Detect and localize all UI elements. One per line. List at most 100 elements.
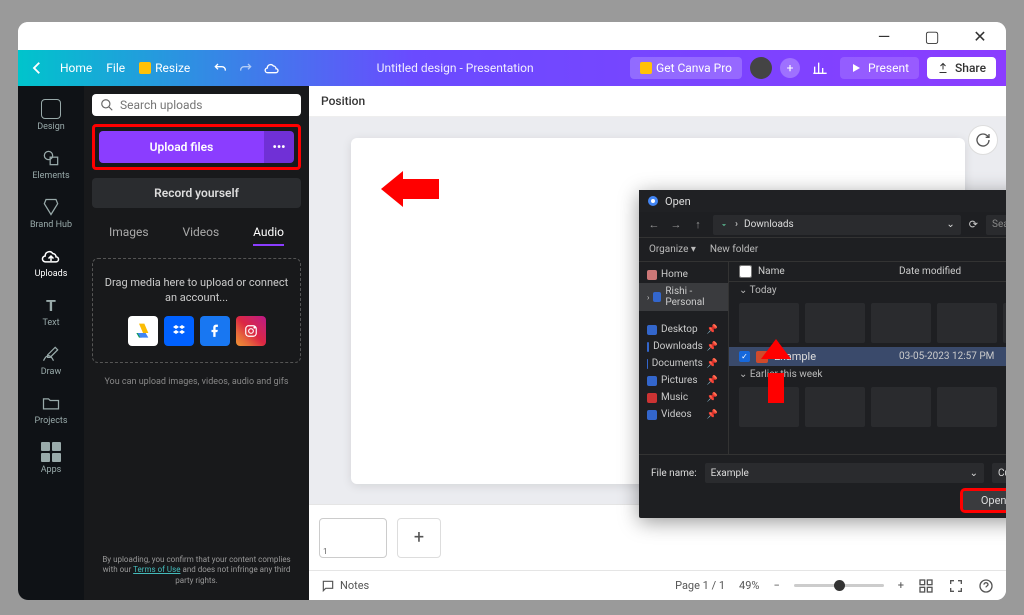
drop-area[interactable]: Drag media here to upload or connect an … bbox=[92, 258, 301, 363]
chrome-icon bbox=[647, 195, 659, 207]
tab-videos[interactable]: Videos bbox=[182, 220, 219, 246]
upload-files-button[interactable]: Upload files bbox=[99, 131, 264, 163]
col-name[interactable]: Name bbox=[758, 266, 785, 277]
analytics-icon[interactable] bbox=[808, 56, 832, 80]
nav-forward-icon[interactable]: → bbox=[669, 218, 683, 231]
dialog-toolbar: Organize ▾ New folder bbox=[639, 238, 1006, 262]
rail-label: Draw bbox=[41, 367, 61, 377]
file-checkbox[interactable]: ✓ bbox=[739, 351, 750, 362]
open-button[interactable]: Open bbox=[963, 491, 1006, 510]
file-row-example[interactable]: ✓Example 03-05-2023 12:57 PM Microsoft P… bbox=[729, 347, 1006, 366]
file-thumb[interactable] bbox=[805, 387, 865, 427]
side-desktop[interactable]: Desktop📌 bbox=[639, 321, 728, 338]
upload-more-button[interactable]: ••• bbox=[264, 131, 294, 163]
facebook-icon[interactable] bbox=[200, 316, 230, 346]
document-title[interactable]: Untitled design - Presentation bbox=[292, 61, 618, 75]
add-slide-button[interactable]: + bbox=[397, 518, 441, 558]
home-menu[interactable]: Home bbox=[60, 61, 92, 75]
file-thumb[interactable] bbox=[805, 303, 865, 343]
side-pictures[interactable]: Pictures📌 bbox=[639, 372, 728, 389]
file-thumb[interactable] bbox=[937, 303, 997, 343]
terms-link[interactable]: Terms of Use bbox=[133, 565, 180, 574]
notes-toggle[interactable]: Notes bbox=[321, 579, 369, 593]
dialog-titlebar: Open ✕ bbox=[639, 190, 1006, 212]
cloud-sync-icon[interactable] bbox=[264, 60, 280, 76]
tab-images[interactable]: Images bbox=[109, 220, 149, 246]
refresh-icon[interactable]: ⟳ bbox=[969, 218, 978, 231]
rail-draw[interactable]: Draw bbox=[18, 339, 84, 382]
back-icon[interactable] bbox=[28, 59, 46, 77]
rail-text[interactable]: TText bbox=[18, 290, 84, 333]
zoom-value[interactable]: 49% bbox=[739, 579, 759, 592]
file-thumb[interactable] bbox=[1003, 303, 1006, 343]
dialog-search-input[interactable]: Search Downloads⌕ bbox=[986, 215, 1006, 235]
undo-icon[interactable] bbox=[212, 60, 228, 76]
organize-menu[interactable]: Organize ▾ bbox=[649, 244, 696, 255]
slide-thumbnail[interactable]: 1 bbox=[319, 518, 387, 558]
google-drive-icon[interactable] bbox=[128, 316, 158, 346]
present-button[interactable]: Present bbox=[840, 57, 919, 79]
filetype-select[interactable]: Custom Files⌄ bbox=[992, 463, 1006, 483]
redo-icon[interactable] bbox=[238, 60, 254, 76]
side-rishi[interactable]: ›Rishi - Personal bbox=[639, 283, 728, 311]
page-indicator[interactable]: Page 1 / 1 bbox=[675, 579, 725, 592]
side-music[interactable]: Music📌 bbox=[639, 389, 728, 406]
zoom-out-button[interactable]: − bbox=[773, 579, 779, 592]
path-breadcrumb[interactable]: › Downloads ⌄ bbox=[713, 215, 961, 235]
side-downloads[interactable]: Downloads📌 bbox=[639, 338, 728, 355]
select-all-checkbox[interactable] bbox=[739, 265, 752, 278]
refresh-fab[interactable] bbox=[968, 125, 998, 155]
rail-projects[interactable]: Projects bbox=[18, 388, 84, 431]
add-collaborator-button[interactable]: + bbox=[780, 58, 800, 78]
rail-label: Uploads bbox=[35, 269, 68, 279]
search-uploads-input[interactable] bbox=[120, 98, 293, 112]
rail-apps[interactable]: Apps bbox=[18, 437, 84, 480]
rail-label: Apps bbox=[41, 465, 62, 475]
share-button[interactable]: Share bbox=[927, 57, 996, 79]
file-thumb[interactable] bbox=[871, 303, 931, 343]
rail-elements[interactable]: Elements bbox=[18, 143, 84, 186]
window-maximize-button[interactable]: ▢ bbox=[912, 24, 952, 48]
zoom-slider[interactable] bbox=[794, 584, 884, 587]
window-close-button[interactable]: ✕ bbox=[960, 24, 1000, 48]
file-menu[interactable]: File bbox=[106, 61, 125, 75]
file-thumb[interactable] bbox=[937, 387, 997, 427]
rail-uploads[interactable]: Uploads bbox=[18, 241, 84, 284]
position-button[interactable]: Position bbox=[309, 86, 1006, 117]
get-pro-button[interactable]: Get Canva Pro bbox=[630, 57, 742, 79]
help-icon[interactable] bbox=[978, 578, 994, 594]
nav-up-icon[interactable]: ↑ bbox=[691, 218, 705, 231]
side-documents[interactable]: Documents📌 bbox=[639, 355, 728, 372]
grid-view-icon[interactable] bbox=[918, 578, 934, 594]
file-thumb[interactable] bbox=[871, 387, 931, 427]
drop-text: Drag media here to upload or connect an … bbox=[103, 275, 290, 306]
side-videos[interactable]: Videos📌 bbox=[639, 406, 728, 423]
path-segment: Downloads bbox=[744, 219, 794, 230]
instagram-icon[interactable] bbox=[236, 316, 266, 346]
rail-label: Design bbox=[37, 122, 65, 132]
nav-back-icon[interactable]: ← bbox=[647, 218, 661, 231]
user-avatar[interactable] bbox=[750, 57, 772, 79]
resize-button[interactable]: Resize bbox=[139, 61, 190, 75]
record-yourself-button[interactable]: Record yourself bbox=[92, 178, 301, 208]
window-minimize-button[interactable]: — bbox=[864, 24, 904, 48]
new-folder-button[interactable]: New folder bbox=[710, 244, 758, 255]
file-thumb[interactable] bbox=[739, 303, 799, 343]
zoom-in-button[interactable]: + bbox=[898, 579, 904, 592]
rail-brandhub[interactable]: Brand Hub bbox=[18, 192, 84, 235]
dialog-sidebar: Home ›Rishi - Personal Desktop📌 Download… bbox=[639, 262, 729, 454]
crown-icon bbox=[139, 62, 151, 74]
app-window: — ▢ ✕ Home File Resize Untitled design -… bbox=[18, 22, 1006, 600]
rail-design[interactable]: Design bbox=[18, 94, 84, 137]
filename-input[interactable]: Example⌄ bbox=[705, 463, 984, 483]
tab-audio[interactable]: Audio bbox=[253, 220, 284, 246]
dropbox-icon[interactable] bbox=[164, 316, 194, 346]
group-today[interactable]: ⌄ Today bbox=[729, 282, 1006, 299]
fullscreen-icon[interactable] bbox=[948, 578, 964, 594]
side-home[interactable]: Home bbox=[639, 266, 728, 283]
col-date[interactable]: Date modified bbox=[899, 266, 1006, 277]
dialog-body: Home ›Rishi - Personal Desktop📌 Download… bbox=[639, 262, 1006, 454]
resize-label: Resize bbox=[155, 61, 190, 75]
upload-hint: You can upload images, videos, audio and… bbox=[92, 377, 301, 387]
app-topbar: Home File Resize Untitled design - Prese… bbox=[18, 50, 1006, 86]
